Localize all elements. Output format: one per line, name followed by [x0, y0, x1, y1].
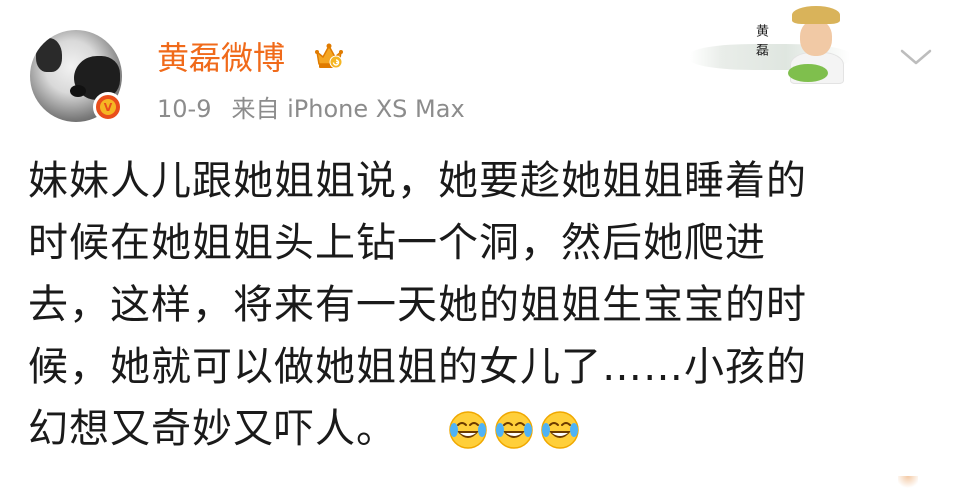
- emoji-row: [448, 410, 580, 450]
- post-source: 来自 iPhone XS Max: [231, 95, 465, 123]
- post-date[interactable]: 10-9: [157, 95, 211, 123]
- profile-card-decoration: 黄磊: [690, 4, 866, 92]
- laugh-cry-emoji: [541, 411, 579, 449]
- cartoon-hat: [792, 6, 840, 24]
- cartoon-vegetable: [788, 64, 828, 82]
- vip-crown-icon[interactable]: [313, 40, 345, 72]
- more-options-button[interactable]: [896, 42, 936, 72]
- laugh-cry-emoji: [449, 411, 487, 449]
- avatar-dog-nose: [70, 85, 86, 97]
- author-name[interactable]: 黄磊微博: [157, 38, 285, 78]
- card-signature: 黄磊: [753, 24, 768, 62]
- cartoon-face: [800, 20, 832, 56]
- post-meta: 10-9 来自 iPhone XS Max: [157, 94, 465, 124]
- chevron-down-icon: [900, 49, 932, 65]
- corner-decoration: [898, 476, 918, 490]
- avatar-dog-ear: [36, 38, 62, 72]
- laugh-cry-emoji: [495, 411, 533, 449]
- verified-badge-icon: V: [93, 92, 123, 122]
